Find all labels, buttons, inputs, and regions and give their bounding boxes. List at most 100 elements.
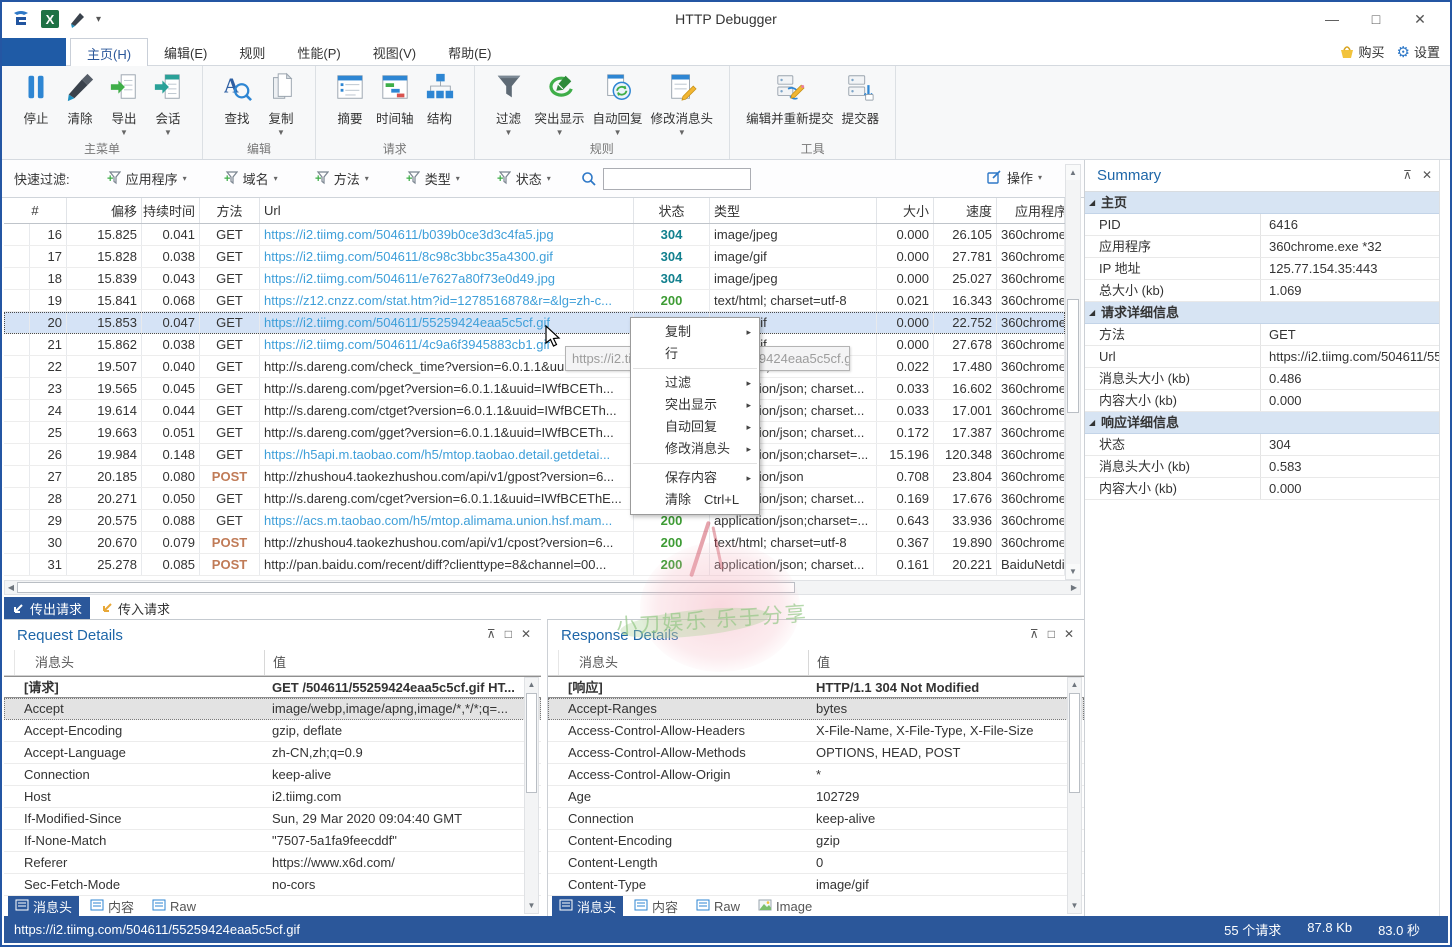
header-row-8[interactable]: Refererhttps://www.x6d.com/ xyxy=(4,852,541,874)
table-horizontal-scrollbar[interactable]: ◀ ▶ xyxy=(4,580,1081,595)
modify-headers-button[interactable]: 修改消息头▼ xyxy=(647,72,718,137)
submitter-button[interactable]: 提交器 xyxy=(838,72,884,137)
chevron-down-icon[interactable]: ▼ xyxy=(164,129,172,137)
find-button[interactable]: A查找 xyxy=(215,72,259,137)
header-row-0[interactable]: [请求]GET /504611/55259424eaa5c5cf.gif HT.… xyxy=(4,676,541,698)
menu-item-1[interactable]: 行 xyxy=(631,343,759,365)
request-tab-内容[interactable]: 内容 xyxy=(83,896,141,917)
scroll-thumb[interactable] xyxy=(1069,693,1080,793)
highlight-button[interactable]: 突出显示▼ xyxy=(531,72,589,137)
app-menu-button[interactable] xyxy=(2,38,66,66)
pin-icon[interactable]: ⊼ xyxy=(1403,168,1412,182)
filter-domain[interactable]: +域名▾ xyxy=(221,169,278,188)
close-panel-icon[interactable]: ✕ xyxy=(1422,168,1432,182)
summary-group-2[interactable]: ◢响应详细信息 xyxy=(1085,412,1450,434)
header-row-2[interactable]: Accept-Encodinggzip, deflate xyxy=(4,720,541,742)
column-header-7[interactable]: 大小 xyxy=(877,198,934,223)
table-row-17[interactable]: 1715.8280.038GEThttps://i2.tiimg.com/504… xyxy=(4,246,1065,268)
summary-scroll-gutter[interactable] xyxy=(1439,160,1450,920)
scroll-left-icon[interactable]: ◀ xyxy=(5,582,17,594)
column-header-2[interactable]: 持续时间 xyxy=(142,198,200,223)
maximize-button[interactable]: □ xyxy=(1354,6,1398,32)
column-header-9[interactable]: 应用程序 xyxy=(997,198,1065,223)
table-row-28[interactable]: 2820.2710.050GEThttp://s.dareng.com/cget… xyxy=(4,488,1065,510)
autoreply-button[interactable]: 自动回复▼ xyxy=(589,72,647,137)
session-button[interactable]: 会话▼ xyxy=(146,72,190,137)
minimize-button[interactable]: — xyxy=(1310,6,1354,32)
summary-button[interactable]: 摘要 xyxy=(328,72,372,137)
table-row-18[interactable]: 1815.8390.043GEThttps://i2.tiimg.com/504… xyxy=(4,268,1065,290)
header-row-9[interactable]: Sec-Fetch-Modeno-cors xyxy=(4,874,541,896)
request-tab-raw[interactable]: Raw xyxy=(145,896,203,917)
header-row-7[interactable]: Content-Encodinggzip xyxy=(548,830,1084,852)
header-row-6[interactable]: If-Modified-SinceSun, 29 Mar 2020 09:04:… xyxy=(4,808,541,830)
close-panel-icon[interactable]: ✕ xyxy=(1064,627,1074,641)
maximize-panel-icon[interactable]: □ xyxy=(1048,627,1055,641)
response-panel-scrollbar[interactable]: ▲ ▼ xyxy=(1067,677,1082,914)
table-row-16[interactable]: 1615.8250.041GEThttps://i2.tiimg.com/504… xyxy=(4,224,1065,246)
header-row-7[interactable]: If-None-Match"7507-5a1fa9feecddf" xyxy=(4,830,541,852)
close-button[interactable]: ✕ xyxy=(1398,6,1442,32)
header-row-6[interactable]: Connectionkeep-alive xyxy=(548,808,1084,830)
settings-button[interactable]: ⚙ 设置 xyxy=(1397,42,1440,61)
header-row-8[interactable]: Content-Length0 xyxy=(548,852,1084,874)
menu-item-8[interactable]: 保存内容▸ xyxy=(631,467,759,489)
stop-button[interactable]: 停止 xyxy=(14,72,58,137)
scroll-up-icon[interactable]: ▲ xyxy=(1068,678,1081,692)
menu-tab-3[interactable]: 性能(P) xyxy=(281,38,356,66)
column-header-value[interactable]: 值 xyxy=(264,650,541,675)
menu-item-3[interactable]: 过滤▸ xyxy=(631,372,759,394)
request-tab-消息头[interactable]: 消息头 xyxy=(8,896,79,917)
scroll-thumb[interactable] xyxy=(526,693,537,793)
menu-item-6[interactable]: 修改消息头▸ xyxy=(631,438,759,460)
tab-incoming-requests[interactable]: 传入请求 xyxy=(92,597,178,619)
table-row-27[interactable]: 2720.1850.080POSThttp://zhushou4.taokezh… xyxy=(4,466,1065,488)
column-header-4[interactable]: Url xyxy=(260,198,634,223)
structure-button[interactable]: 结构 xyxy=(418,72,462,137)
scroll-down-icon[interactable]: ▼ xyxy=(525,899,538,913)
table-row-26[interactable]: 2619.9840.148GEThttps://h5api.m.taobao.c… xyxy=(4,444,1065,466)
chevron-down-icon[interactable]: ▼ xyxy=(505,129,513,137)
filter-method[interactable]: +方法▾ xyxy=(312,169,369,188)
table-vertical-scrollbar[interactable]: ▲ ▼ xyxy=(1065,164,1081,580)
table-row-19[interactable]: 1915.8410.068GEThttps://z12.cnzz.com/sta… xyxy=(4,290,1065,312)
pin-icon[interactable]: ⊼ xyxy=(1030,627,1039,641)
header-row-0[interactable]: [响应]HTTP/1.1 304 Not Modified xyxy=(548,676,1084,698)
filter-status[interactable]: +状态▾ xyxy=(494,169,551,188)
column-header-8[interactable]: 速度 xyxy=(934,198,997,223)
chevron-down-icon[interactable]: ▼ xyxy=(556,129,564,137)
table-row-24[interactable]: 2419.6140.044GEThttp://s.dareng.com/ctge… xyxy=(4,400,1065,422)
chevron-down-icon[interactable]: ▼ xyxy=(614,129,622,137)
maximize-panel-icon[interactable]: □ xyxy=(505,627,512,641)
menu-item-0[interactable]: 复制▸ xyxy=(631,321,759,343)
table-row-23[interactable]: 2319.5650.045GEThttp://s.dareng.com/pget… xyxy=(4,378,1065,400)
filter-button[interactable]: 过滤▼ xyxy=(487,72,531,137)
menu-item-4[interactable]: 突出显示▸ xyxy=(631,394,759,416)
export-button[interactable]: 导出▼ xyxy=(102,72,146,137)
menu-item-9[interactable]: 清除Ctrl+L xyxy=(631,489,759,511)
filter-type[interactable]: +类型▾ xyxy=(403,169,460,188)
header-row-4[interactable]: Access-Control-Allow-Origin* xyxy=(548,764,1084,786)
pin-icon[interactable]: ⊼ xyxy=(487,627,496,641)
table-row-25[interactable]: 2519.6630.051GEThttp://s.dareng.com/gget… xyxy=(4,422,1065,444)
scroll-down-icon[interactable]: ▼ xyxy=(1068,899,1081,913)
scroll-down-icon[interactable]: ▼ xyxy=(1066,564,1080,579)
column-header-1[interactable]: 偏移 xyxy=(67,198,142,223)
chevron-down-icon[interactable]: ▼ xyxy=(277,129,285,137)
summary-group-0[interactable]: ◢主页 xyxy=(1085,192,1450,214)
menu-tab-5[interactable]: 帮助(E) xyxy=(432,38,507,66)
response-tab-内容[interactable]: 内容 xyxy=(627,896,685,917)
column-header-6[interactable]: 类型 xyxy=(710,198,877,223)
column-header-5[interactable]: 状态 xyxy=(634,198,710,223)
copy-button[interactable]: 复制▼ xyxy=(259,72,303,137)
menu-tab-2[interactable]: 规则 xyxy=(223,38,281,66)
header-row-2[interactable]: Access-Control-Allow-HeadersX-File-Name,… xyxy=(548,720,1084,742)
actions-button[interactable]: 操作 ▾ xyxy=(987,168,1042,187)
header-row-3[interactable]: Access-Control-Allow-MethodsOPTIONS, HEA… xyxy=(548,742,1084,764)
scroll-up-icon[interactable]: ▲ xyxy=(525,678,538,692)
scroll-thumb[interactable] xyxy=(1067,299,1079,413)
header-row-4[interactable]: Connectionkeep-alive xyxy=(4,764,541,786)
response-tab-image[interactable]: Image xyxy=(751,896,819,917)
column-header-value[interactable]: 值 xyxy=(808,650,1084,675)
table-row-31[interactable]: 3125.2780.085POSThttp://pan.baidu.com/re… xyxy=(4,554,1065,576)
